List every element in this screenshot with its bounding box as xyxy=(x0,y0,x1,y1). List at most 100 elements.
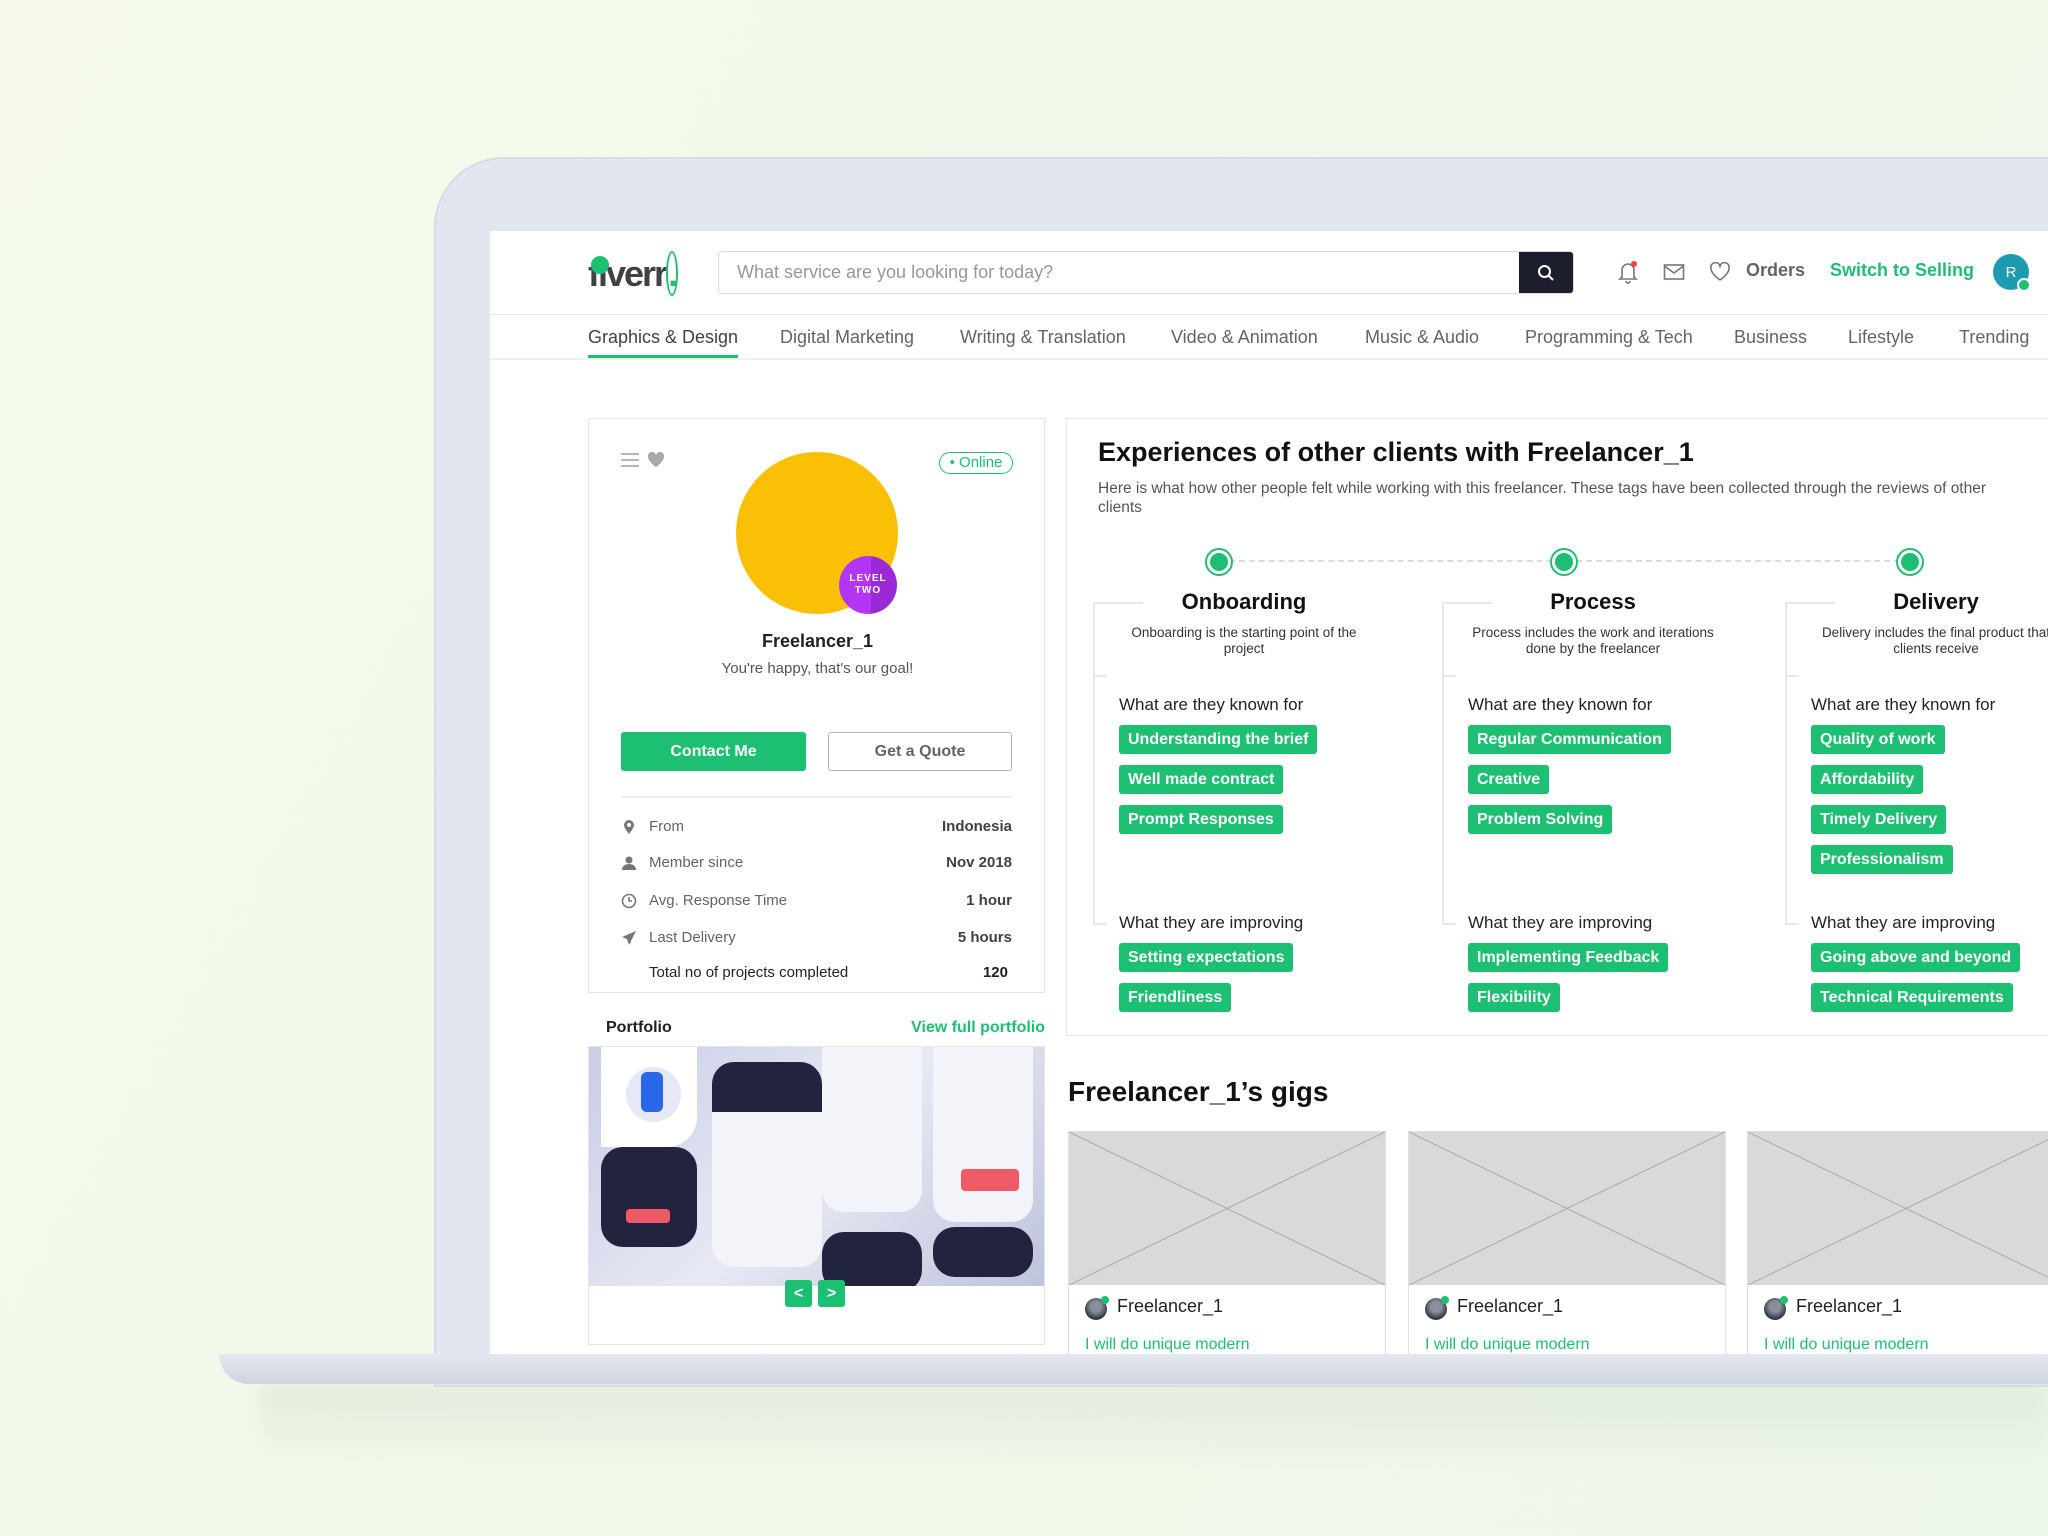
tree-branch xyxy=(1442,675,1456,677)
experiences-title: Experiences of other clients with Freela… xyxy=(1098,437,1694,467)
logo-dot: . xyxy=(666,251,678,296)
seller-avatar xyxy=(1764,1296,1788,1320)
menu-icon[interactable] xyxy=(621,453,639,467)
timeline-dot-process xyxy=(1550,548,1578,576)
search-button[interactable] xyxy=(1519,252,1573,293)
gig-image-placeholder[interactable] xyxy=(1408,1131,1726,1286)
info-row-last-delivery: Last Delivery 5 hours xyxy=(621,928,1012,950)
divider xyxy=(621,796,1012,798)
known-for-tag[interactable]: Prompt Responses xyxy=(1119,805,1283,834)
known-for-label: What are they known for xyxy=(1811,695,1996,714)
improving-label: What they are improving xyxy=(1119,913,1304,932)
improving-tag[interactable]: Implementing Feedback xyxy=(1468,943,1669,972)
info-row-member-since: Member since Nov 2018 xyxy=(621,853,1012,875)
gig-seller-name: Freelancer_1 xyxy=(1457,1296,1564,1316)
notification-bell-icon[interactable] xyxy=(1615,259,1641,285)
known-for-label: What are they known for xyxy=(1119,695,1304,714)
improving-tag[interactable]: Setting expectations xyxy=(1119,943,1294,972)
user-icon xyxy=(622,856,636,870)
level-text: LEVEL xyxy=(849,573,887,584)
level-badge: LEVEL TWO xyxy=(839,556,897,614)
laptop-base xyxy=(219,1354,2048,1384)
stage-heading: Onboarding xyxy=(1181,589,1307,614)
known-for-tag[interactable]: Affordability xyxy=(1811,765,1924,794)
orders-link[interactable]: Orders xyxy=(1746,260,1805,281)
gig-card[interactable]: Freelancer_1 I will do unique modern xyxy=(1408,1131,1726,1354)
tree-line xyxy=(1442,602,1444,924)
heart-icon[interactable] xyxy=(1707,259,1733,285)
send-icon xyxy=(622,931,636,945)
gig-card[interactable]: Freelancer_1 I will do unique modern xyxy=(1747,1131,2048,1354)
switch-to-selling-link[interactable]: Switch to Selling xyxy=(1830,260,1974,281)
nav-video-animation[interactable]: Video & Animation xyxy=(1171,327,1318,348)
improving-tag[interactable]: Technical Requirements xyxy=(1811,983,2013,1012)
known-for-tag[interactable]: Problem Solving xyxy=(1468,805,1613,834)
info-value: Indonesia xyxy=(941,818,1012,835)
nav-music-audio[interactable]: Music & Audio xyxy=(1365,327,1479,348)
nav-graphics-design[interactable]: Graphics & Design xyxy=(588,327,739,358)
status-text: Online xyxy=(959,454,1003,471)
carousel-next-button[interactable]: > xyxy=(818,1280,845,1307)
mail-icon[interactable] xyxy=(1661,259,1687,285)
gig-title-link[interactable]: I will do unique modern xyxy=(1764,1336,1929,1354)
laptop-screen: fiverr. Orders Switch to Selling R Graph… xyxy=(490,231,2048,1354)
info-label: Last Delivery xyxy=(649,929,736,946)
gig-image-placeholder[interactable] xyxy=(1747,1131,2048,1286)
nav-trending[interactable]: Trending xyxy=(1959,327,2029,348)
tree-line xyxy=(1785,602,1787,924)
info-row-total-projects: Total no of projects completed 120 xyxy=(621,963,1012,985)
gig-image-placeholder[interactable] xyxy=(1068,1131,1386,1286)
seller-name: Freelancer_1 xyxy=(761,631,874,651)
info-label: From xyxy=(649,818,684,835)
gig-title-link[interactable]: I will do unique modern xyxy=(1425,1336,1590,1354)
search-input[interactable] xyxy=(719,252,1519,293)
fiverr-logo[interactable]: fiverr. xyxy=(588,251,678,296)
illustration-panel xyxy=(601,1047,697,1147)
portfolio-image[interactable] xyxy=(589,1047,1044,1286)
stage-heading: Delivery xyxy=(1893,589,1979,614)
info-value: Nov 2018 xyxy=(946,854,1012,871)
known-for-tag[interactable]: Well made contract xyxy=(1119,765,1284,794)
gig-card[interactable]: Freelancer_1 I will do unique modern xyxy=(1068,1131,1386,1354)
info-row-response-time: Avg. Response Time 1 hour xyxy=(621,891,1012,913)
nav-writing-translation[interactable]: Writing & Translation xyxy=(960,327,1126,348)
stage-description: Delivery includes the final product that… xyxy=(1821,625,2048,656)
stage-description: Process includes the work and iterations… xyxy=(1472,625,1714,656)
gig-title-link[interactable]: I will do unique modern xyxy=(1085,1336,1250,1354)
nav-lifestyle[interactable]: Lifestyle xyxy=(1848,327,1914,348)
nav-programming-tech[interactable]: Programming & Tech xyxy=(1525,327,1693,348)
experiences-subtitle: Here is what how other people felt while… xyxy=(1098,480,1987,516)
known-for-tag[interactable]: Regular Communication xyxy=(1468,725,1671,754)
gig-seller-name: Freelancer_1 xyxy=(1117,1296,1224,1316)
image-placeholder-icon xyxy=(1747,1131,2048,1286)
info-label: Member since xyxy=(649,854,744,871)
get-quote-button[interactable]: Get a Quote xyxy=(828,732,1012,771)
nav-business[interactable]: Business xyxy=(1734,327,1807,348)
known-for-tag[interactable]: Professionalism xyxy=(1811,845,1953,874)
tree-branch xyxy=(1785,675,1799,677)
nav-digital-marketing[interactable]: Digital Marketing xyxy=(780,327,914,348)
view-full-portfolio-link[interactable]: View full portfolio xyxy=(911,1019,1045,1037)
user-avatar[interactable]: R xyxy=(1993,254,2031,292)
info-value: 5 hours xyxy=(957,929,1012,946)
known-for-label: What are they known for xyxy=(1468,695,1653,714)
timeline-dot-onboarding xyxy=(1205,548,1233,576)
stage-heading: Process xyxy=(1550,589,1636,614)
stage-column-onboarding: Onboarding Onboarding is the starting po… xyxy=(1093,589,1433,1029)
known-for-tag[interactable]: Quality of work xyxy=(1811,725,1945,754)
info-row-from: From Indonesia xyxy=(621,817,1012,839)
known-for-tag[interactable]: Creative xyxy=(1468,765,1550,794)
profile-card: • Online LEVEL TWO Freelancer_1 You're ha… xyxy=(588,418,1045,993)
online-status-badge: • Online xyxy=(939,452,1013,474)
image-placeholder-icon xyxy=(1408,1131,1726,1286)
known-for-tag[interactable]: Timely Delivery xyxy=(1811,805,1947,834)
contact-me-button[interactable]: Contact Me xyxy=(621,732,806,771)
improving-tag[interactable]: Going above and beyond xyxy=(1811,943,2021,972)
favorite-heart-icon[interactable] xyxy=(647,452,665,468)
seller-tagline: You're happy, that's our goal! xyxy=(721,660,914,677)
improving-tag[interactable]: Friendliness xyxy=(1119,983,1232,1012)
known-for-tag[interactable]: Understanding the brief xyxy=(1119,725,1318,754)
stage-column-process: Process Process includes the work and it… xyxy=(1442,589,1782,1029)
improving-tag[interactable]: Flexibility xyxy=(1468,983,1560,1012)
carousel-prev-button[interactable]: < xyxy=(785,1280,812,1307)
